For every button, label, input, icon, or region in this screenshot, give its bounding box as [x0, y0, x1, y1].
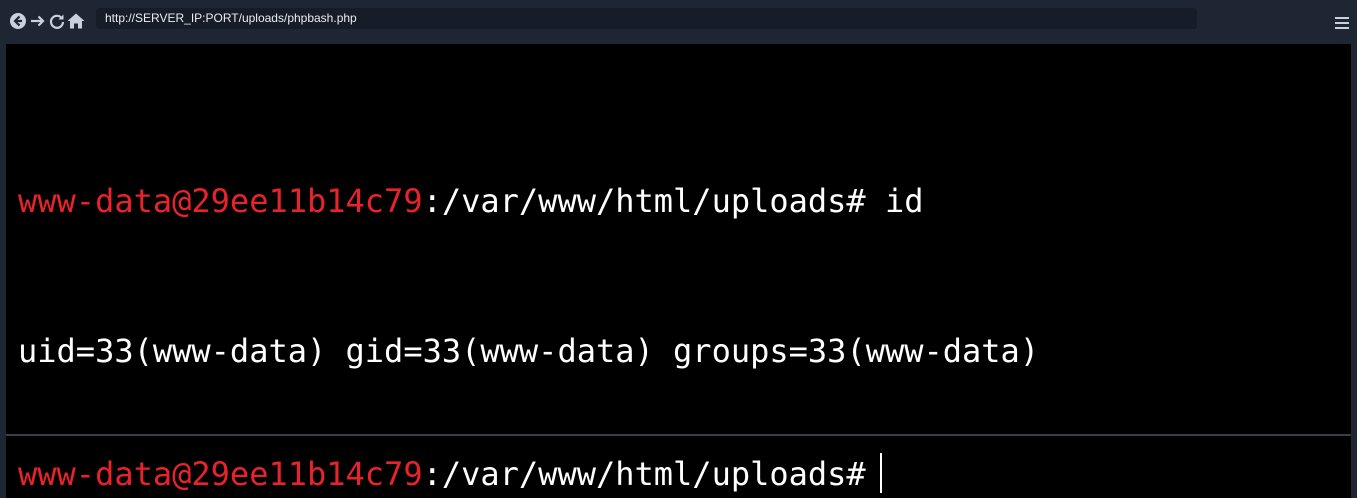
terminal-pane: www-data@29ee11b14c79:/var/www/html/uplo… — [0, 44, 1357, 498]
back-circle-icon[interactable] — [8, 11, 28, 31]
command-output-line: uid=33(www-data) gid=33(www-data) groups… — [18, 332, 1040, 370]
command-input-line[interactable]: www-data@29ee11b14c79:/var/www/html/uplo… — [18, 449, 1339, 498]
browser-window: http://SERVER_IP:PORT/uploads/phpbash.ph… — [0, 0, 1357, 498]
hamburger-menu-icon[interactable] — [1335, 17, 1349, 29]
window-border-left — [0, 44, 6, 498]
home-icon[interactable] — [66, 11, 86, 31]
window-border-right — [1351, 44, 1357, 498]
command-history-line: www-data@29ee11b14c79:/var/www/html/uplo… — [18, 176, 1339, 226]
prompt-user-host: www-data@29ee11b14c79 — [18, 455, 423, 493]
address-bar[interactable]: http://SERVER_IP:PORT/uploads/phpbash.ph… — [96, 8, 1197, 29]
text-cursor — [879, 453, 882, 493]
forward-arrow-icon[interactable] — [28, 11, 48, 31]
input-divider — [6, 434, 1351, 436]
prompt-user-host: www-data@29ee11b14c79 — [18, 182, 423, 220]
prompt-path: :/var/www/html/uploads# — [422, 455, 866, 493]
url-text: http://SERVER_IP:PORT/uploads/phpbash.ph… — [105, 11, 357, 25]
terminal-output: www-data@29ee11b14c79:/var/www/html/uplo… — [18, 76, 1339, 476]
browser-toolbar: http://SERVER_IP:PORT/uploads/phpbash.ph… — [0, 0, 1357, 44]
reload-icon[interactable] — [47, 11, 67, 31]
prompt-path-command: :/var/www/html/uploads# id — [422, 182, 924, 220]
